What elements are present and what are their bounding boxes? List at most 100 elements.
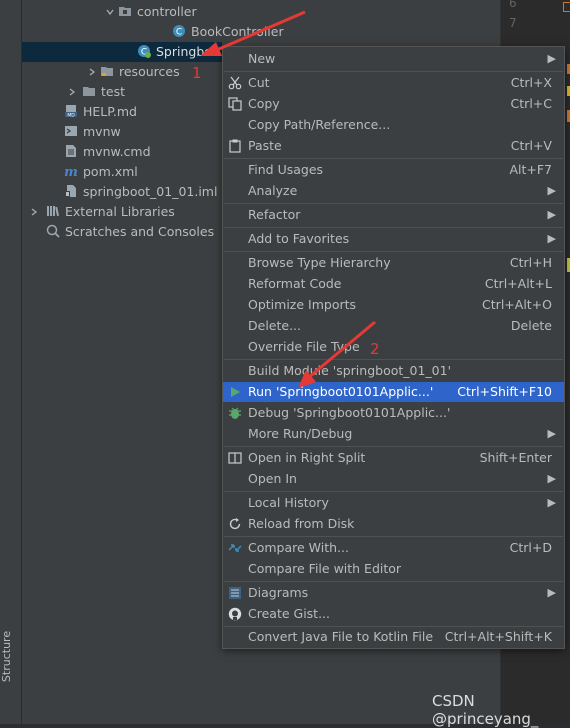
- tree-item-label: resources: [119, 64, 180, 79]
- menu-item-debug[interactable]: Debug 'Springboot0101Applic...': [223, 403, 564, 423]
- submenu-arrow-icon: ▶: [547, 472, 556, 485]
- tree-item-mvnw-cmd[interactable]: mvnw.cmd: [64, 142, 151, 162]
- submenu-arrow-icon: ▶: [547, 496, 556, 509]
- menu-item-new[interactable]: New ▶: [223, 49, 564, 69]
- spring-boot-class-icon: C: [138, 45, 151, 58]
- menu-item-compare-editor[interactable]: Compare File with Editor: [223, 559, 564, 579]
- tree-item-resources[interactable]: resources: [89, 62, 180, 82]
- diagram-icon: [229, 587, 241, 599]
- structure-tab[interactable]: Structure: [0, 628, 19, 688]
- menu-separator: [224, 251, 563, 252]
- menu-item-analyze[interactable]: Analyze ▶: [223, 181, 564, 201]
- submenu-arrow-icon: ▶: [547, 232, 556, 245]
- tree-item-scratches[interactable]: Scratches and Consoles: [46, 222, 214, 242]
- tree-item-test[interactable]: test: [69, 82, 126, 102]
- tree-item-controller[interactable]: controller: [106, 2, 197, 22]
- tree-item-iml[interactable]: springboot_01_01.iml: [64, 182, 217, 202]
- scratches-icon: [46, 224, 60, 238]
- menu-item-convert-kotlin[interactable]: Convert Java File to Kotlin File Ctrl+Alt…: [223, 627, 564, 647]
- menu-item-optimize-imports[interactable]: Optimize Imports Ctrl+Alt+O: [223, 295, 564, 315]
- structure-tab-label: Structure: [0, 630, 14, 683]
- menu-item-compare-with[interactable]: Compare With... Ctrl+D: [223, 538, 564, 558]
- menu-item-override-type[interactable]: Override File Type: [223, 337, 564, 357]
- tree-item-label: BookController: [191, 24, 284, 39]
- paste-icon: [229, 139, 241, 153]
- menu-separator: [224, 491, 563, 492]
- submenu-arrow-icon: ▶: [547, 427, 556, 440]
- chevron-right-icon[interactable]: [30, 208, 38, 216]
- menu-separator: [224, 359, 563, 360]
- scissors-icon: [228, 76, 242, 90]
- menu-item-build-module[interactable]: Build Module 'springboot_01_01': [223, 361, 564, 381]
- tree-item-label: test: [101, 84, 126, 99]
- tree-item-label: springboot_01_01.iml: [83, 184, 218, 199]
- package-folder-icon: [119, 7, 131, 16]
- run-icon: [231, 387, 240, 397]
- annotation-number-2: 2: [370, 340, 380, 358]
- line-number: 6: [509, 0, 517, 10]
- menu-item-delete[interactable]: Delete... Delete: [223, 316, 564, 336]
- markdown-file-icon: MD: [65, 105, 77, 118]
- submenu-arrow-icon: ▶: [547, 586, 556, 599]
- tree-item-bookcontroller[interactable]: C BookController: [172, 22, 284, 42]
- debug-bug-icon: [229, 407, 241, 419]
- tree-item-label: pom.xml: [83, 164, 138, 179]
- github-icon: [228, 607, 242, 621]
- menu-item-create-gist[interactable]: Create Gist...: [223, 604, 564, 624]
- menu-item-copy[interactable]: Copy Ctrl+C: [223, 94, 564, 114]
- tree-item-label: HELP.md: [83, 104, 137, 119]
- tree-item-help-md[interactable]: MD HELP.md: [64, 102, 137, 122]
- menu-item-reload[interactable]: Reload from Disk: [223, 514, 564, 534]
- shell-script-icon: [65, 126, 77, 136]
- menu-item-more-run[interactable]: More Run/Debug ▶: [223, 424, 564, 444]
- tree-item-label: mvnw.cmd: [83, 144, 151, 159]
- svg-text:MD: MD: [67, 112, 75, 118]
- menu-item-open-in[interactable]: Open In ▶: [223, 469, 564, 489]
- tree-item-springboot-application[interactable]: C Springbo: [22, 42, 222, 62]
- tree-item-label: External Libraries: [65, 204, 175, 219]
- context-menu: New ▶ Cut Ctrl+X Copy Ctrl+C Copy Path/Refe…: [222, 46, 565, 649]
- menu-separator: [224, 203, 563, 204]
- svg-text:m: m: [64, 165, 78, 178]
- menu-item-reformat[interactable]: Reformat Code Ctrl+Alt+L: [223, 274, 564, 294]
- menu-item-add-favorites[interactable]: Add to Favorites ▶: [223, 229, 564, 249]
- compare-icon: [228, 544, 242, 552]
- menu-item-find-usages[interactable]: Find Usages Alt+F7: [223, 160, 564, 180]
- java-class-icon: C: [173, 25, 185, 38]
- menu-item-diagrams[interactable]: Diagrams ▶: [223, 583, 564, 603]
- tree-item-label: mvnw: [83, 124, 121, 139]
- libraries-icon: [47, 206, 60, 217]
- menu-item-refactor[interactable]: Refactor ▶: [223, 205, 564, 225]
- tree-item-external-libraries[interactable]: External Libraries: [31, 202, 175, 222]
- line-number: 7: [509, 16, 517, 30]
- maven-icon: m: [64, 165, 78, 178]
- menu-item-run[interactable]: Run 'Springboot0101Applic...' Ctrl+Shift+…: [223, 382, 564, 402]
- menu-item-cut[interactable]: Cut Ctrl+X: [223, 73, 564, 93]
- reload-icon: [229, 518, 241, 530]
- tree-item-label: controller: [137, 4, 197, 19]
- menu-item-browse-hierarchy[interactable]: Browse Type Hierarchy Ctrl+H: [223, 253, 564, 273]
- menu-separator: [224, 536, 563, 537]
- menu-separator: [224, 158, 563, 159]
- menu-separator: [224, 446, 563, 447]
- svg-text:C: C: [176, 28, 182, 38]
- menu-item-paste[interactable]: Paste Ctrl+V: [223, 136, 564, 156]
- menu-item-local-history[interactable]: Local History ▶: [223, 493, 564, 513]
- submenu-arrow-icon: ▶: [547, 52, 556, 65]
- tool-window-strip: Structure: [0, 0, 22, 724]
- text-file-icon: [66, 145, 76, 157]
- menu-separator: [224, 227, 563, 228]
- menu-item-open-right-split[interactable]: Open in Right Split Shift+Enter: [223, 448, 564, 468]
- resources-folder-icon: [101, 67, 113, 76]
- split-right-icon: [228, 452, 242, 464]
- tree-item-pom-xml[interactable]: m pom.xml: [64, 162, 138, 182]
- chevron-down-icon[interactable]: [106, 8, 114, 16]
- tree-item-mvnw[interactable]: mvnw: [64, 122, 121, 142]
- watermark: CSDN @princeyang_: [432, 692, 539, 728]
- chevron-right-icon[interactable]: [88, 68, 96, 76]
- tree-item-label: Springbo: [156, 44, 212, 59]
- chevron-right-icon[interactable]: [68, 88, 76, 96]
- menu-separator: [224, 71, 563, 72]
- menu-item-copy-path[interactable]: Copy Path/Reference...: [223, 115, 564, 135]
- folder-icon: [83, 87, 95, 96]
